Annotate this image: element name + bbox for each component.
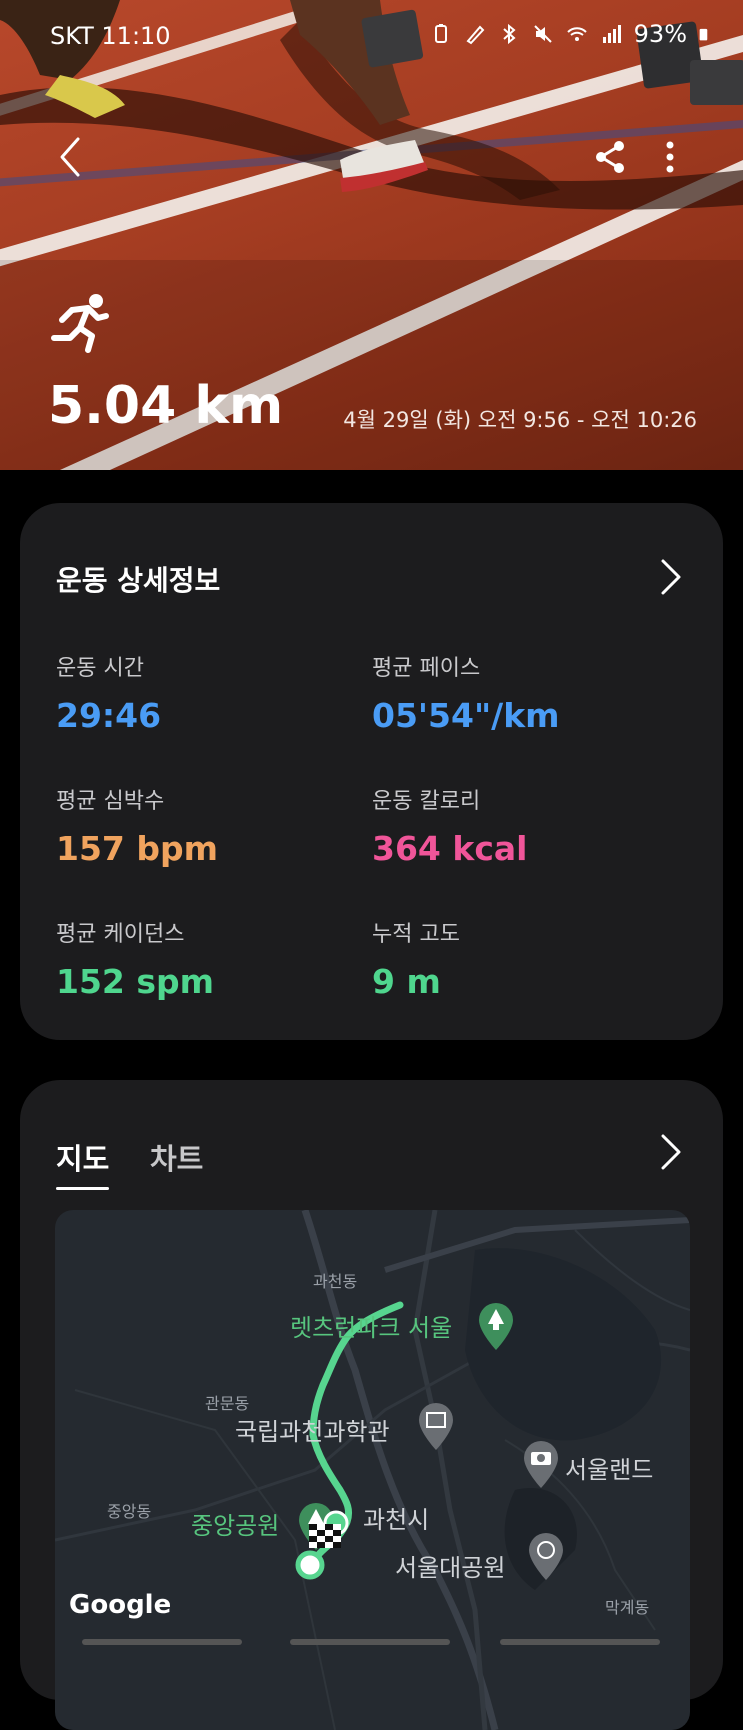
back-button[interactable] (52, 135, 92, 179)
stat-value: 364 kcal (372, 829, 528, 868)
pen-icon (466, 25, 485, 45)
stat-value: 157 bpm (56, 829, 219, 868)
museum-pin-icon[interactable] (415, 1400, 457, 1452)
stat-value: 29:46 (56, 696, 162, 735)
tab-chart[interactable]: 차트 (150, 1136, 203, 1178)
hero-banner: SKT 11:10 93% 5.04 km 4월 29일 (화) 오전 9:56… (0, 0, 743, 470)
stat-label: 운동 칼로리 (372, 789, 481, 814)
workout-details-title: 운동 상세정보 (56, 564, 221, 597)
stat-label: 평균 페이스 (372, 656, 481, 681)
stat-avg-cadence: 평균 케이던스 152 spm (56, 916, 214, 1001)
workout-distance: 5.04 km (48, 376, 284, 436)
stat-duration: 운동 시간 29:46 (56, 650, 161, 735)
map-label: 국립과천과학관 (235, 1418, 390, 1446)
wifi-icon (566, 27, 587, 41)
stat-calories: 운동 칼로리 364 kcal (372, 783, 527, 868)
stat-label: 운동 시간 (56, 656, 144, 681)
zoo-pin-icon[interactable] (525, 1530, 567, 1582)
bluetooth-icon (502, 23, 516, 45)
stat-value: 152 spm (56, 962, 215, 1001)
map-chart-card: 지도 차트 과천동 렛츠런파크 서울 관문동 국립과천과학관 서울랜드 중앙동 … (20, 1080, 723, 1730)
status-carrier-time: SKT 11:10 (50, 22, 171, 50)
stat-label: 평균 심박수 (56, 789, 165, 814)
status-bar: SKT 11:10 93% (0, 0, 743, 70)
route-map[interactable]: 과천동 렛츠런파크 서울 관문동 국립과천과학관 서울랜드 중앙동 중앙공원 과… (55, 1210, 690, 1730)
battery-saver-icon (434, 24, 447, 43)
workout-datetime: 4월 29일 (화) 오전 9:56 - 오전 10:26 (343, 408, 697, 432)
camera-pin-icon[interactable] (520, 1438, 562, 1490)
park-pin-icon[interactable] (475, 1300, 517, 1352)
status-icons: 93% (430, 20, 713, 48)
finish-flag-icon (309, 1524, 341, 1548)
more-options-button[interactable] (660, 137, 680, 177)
stat-avg-pace: 평균 페이스 05'54"/km (372, 650, 560, 735)
tab-map[interactable]: 지도 (56, 1136, 110, 1190)
stat-label: 누적 고도 (372, 922, 460, 947)
stat-elevation-gain: 누적 고도 9 m (372, 916, 460, 1001)
signal-icon (602, 25, 621, 43)
share-button[interactable] (592, 137, 628, 177)
map-label: 막계동 (605, 1598, 650, 1617)
route-start-marker-icon (295, 1550, 325, 1580)
battery-icon (699, 28, 708, 41)
map-label: 과천시 (363, 1506, 430, 1534)
mute-icon (533, 25, 552, 43)
battery-level: 93% (633, 20, 687, 48)
map-label: 관문동 (205, 1394, 250, 1413)
stat-avg-heart-rate: 평균 심박수 157 bpm (56, 783, 218, 868)
map-label: 렛츠런파크 서울 (290, 1314, 453, 1342)
workout-details-card[interactable]: 운동 상세정보 운동 시간 29:46 평균 페이스 05'54"/km 평균 … (20, 503, 723, 1040)
map-label: 중앙동 (107, 1502, 152, 1521)
chevron-right-icon[interactable] (659, 557, 683, 597)
stat-value: 9 m (372, 962, 441, 1001)
stat-value: 05'54"/km (372, 696, 560, 735)
nav-home[interactable] (290, 1639, 450, 1645)
running-icon (51, 294, 109, 353)
nav-back[interactable] (500, 1639, 660, 1645)
map-label: 서울대공원 (395, 1554, 506, 1582)
chevron-right-icon[interactable] (659, 1132, 683, 1172)
map-label: 중앙공원 (191, 1512, 280, 1540)
map-label: 서울랜드 (565, 1456, 654, 1484)
google-logo: Google (69, 1590, 172, 1620)
stat-label: 평균 케이던스 (56, 922, 185, 947)
map-label: 과천동 (313, 1272, 358, 1291)
navigation-bar (0, 1635, 743, 1651)
nav-recent-apps[interactable] (82, 1639, 242, 1645)
